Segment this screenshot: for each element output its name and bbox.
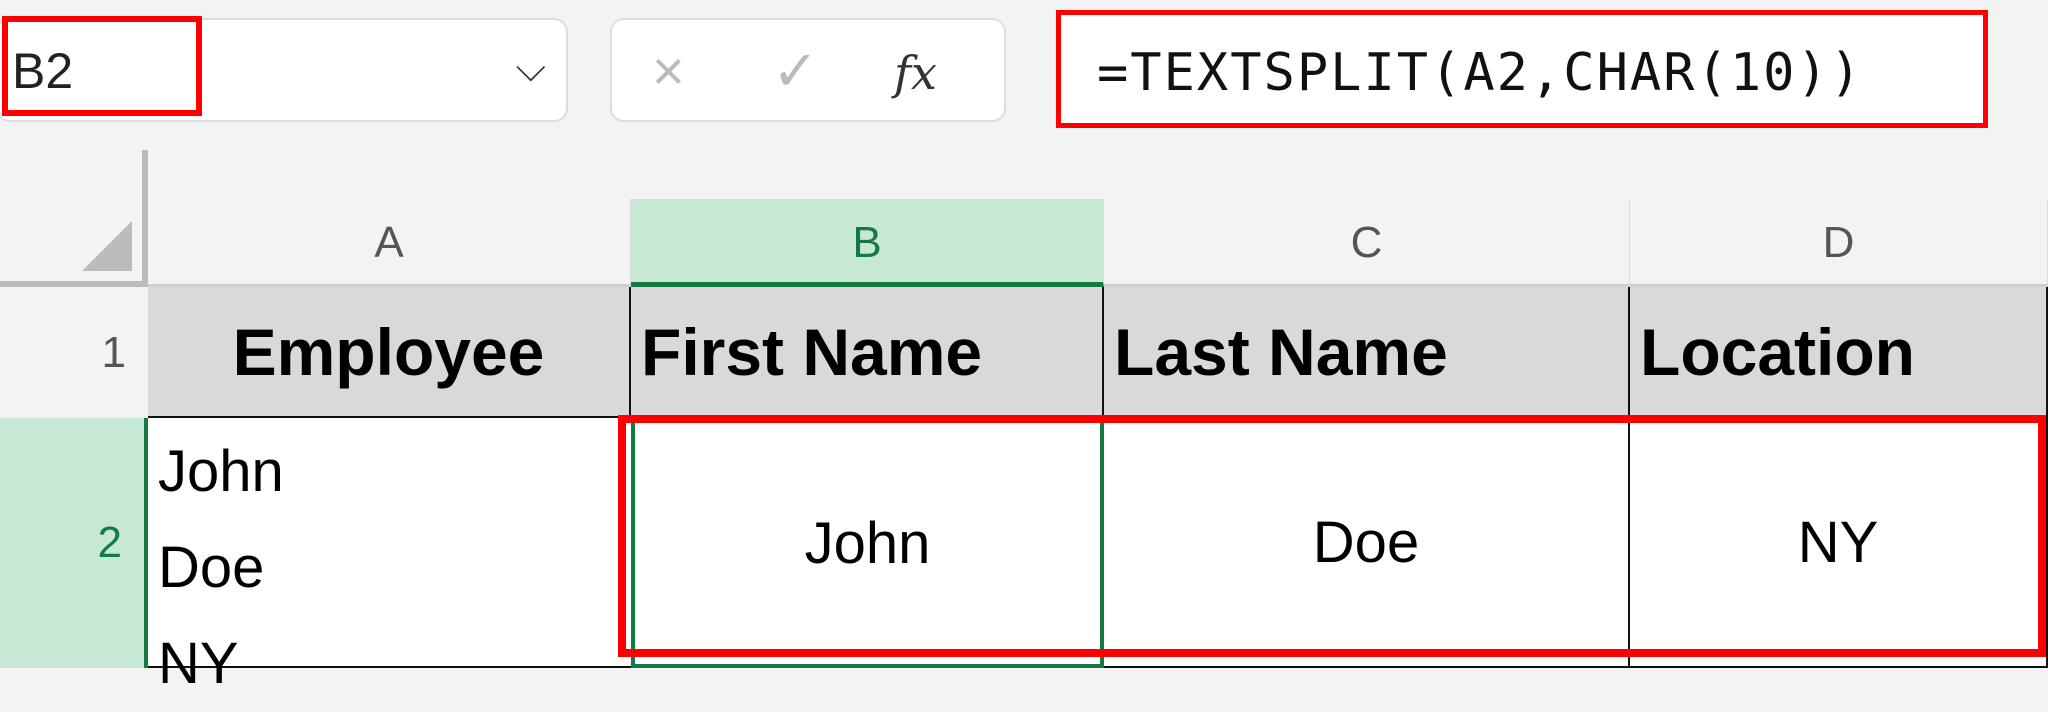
name-box-highlight xyxy=(2,16,202,116)
column-header-b[interactable]: B xyxy=(631,199,1104,287)
cell-a1[interactable]: Employee xyxy=(148,287,631,418)
cell-d1[interactable]: Location xyxy=(1630,287,2048,418)
formula-text: =TEXTSPLIT(A2,CHAR(10)) xyxy=(1097,43,1864,103)
cell-a2-line: Doe xyxy=(158,535,265,600)
row-header-2[interactable]: 2 xyxy=(0,418,148,668)
select-all-triangle-icon xyxy=(82,221,132,271)
insert-function-icon[interactable]: fx xyxy=(894,46,937,100)
cell-a2[interactable]: John Doe NY xyxy=(148,418,631,696)
cell-c1[interactable]: Last Name xyxy=(1104,287,1630,418)
select-all-button[interactable] xyxy=(0,150,148,287)
cell-a2-line: John xyxy=(158,439,284,504)
column-header-c[interactable]: C xyxy=(1104,199,1630,287)
row-header-1[interactable]: 1 xyxy=(0,287,148,418)
cell-a2-line: NY xyxy=(158,631,239,696)
spill-range-highlight xyxy=(618,415,2046,657)
chevron-down-icon[interactable]: ⌵ xyxy=(516,46,546,91)
column-header-d[interactable]: D xyxy=(1630,199,2048,287)
column-header-a[interactable]: A xyxy=(148,199,631,287)
formula-input[interactable]: =TEXTSPLIT(A2,CHAR(10)) xyxy=(1056,10,1988,128)
enter-icon[interactable]: ✓ xyxy=(772,38,819,104)
cancel-icon[interactable]: × xyxy=(652,38,685,103)
formula-controls: × ✓ fx xyxy=(610,18,1006,122)
cell-b1[interactable]: First Name xyxy=(631,287,1104,418)
